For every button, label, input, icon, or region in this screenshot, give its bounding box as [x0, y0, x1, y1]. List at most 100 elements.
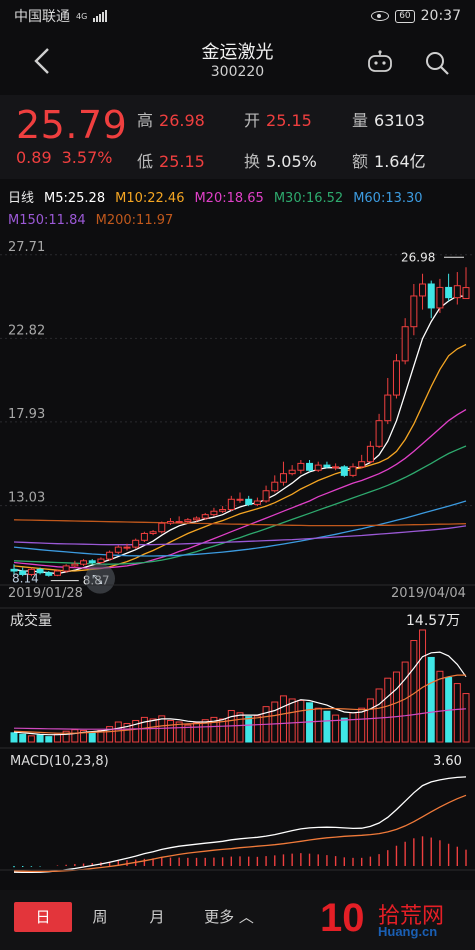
candle-body — [140, 532, 148, 541]
volume-field: 量 63103 — [352, 107, 425, 131]
robot-assistant-icon[interactable] — [367, 50, 393, 72]
low-label: 低 — [137, 152, 154, 171]
volume-bar — [366, 698, 374, 743]
candle-body — [123, 546, 131, 549]
volume-bar — [279, 695, 287, 743]
search-icon[interactable] — [424, 50, 450, 76]
ma30-label: M30:16.52 — [273, 191, 344, 206]
y-tick-label: 17.93 — [8, 407, 45, 422]
stock-code: 300220 — [210, 64, 265, 80]
battery-icon: 60 — [395, 9, 415, 23]
volume-value: 63103 — [374, 111, 425, 130]
low-cut-label: 8.14 — [12, 572, 39, 586]
candle-body — [297, 462, 305, 471]
tab-more[interactable]: 更多 ︿ — [196, 902, 262, 932]
period-label[interactable]: 日线 — [8, 191, 34, 206]
tab-month[interactable]: 月 — [137, 902, 177, 932]
volume-bar — [340, 717, 348, 743]
candle-body — [262, 490, 270, 502]
candle-body — [253, 500, 261, 505]
quote-panel: 25.79 0.89 3.57% 高 26.98 低 25.15 开 25.15 换 5.… — [0, 95, 475, 179]
change-percent: 3.57% — [61, 148, 113, 167]
high-field: 高 26.98 — [137, 107, 205, 131]
volume-bar — [219, 718, 227, 743]
turnover-value: 5.05% — [266, 152, 317, 171]
volume-bar — [401, 661, 409, 743]
price-change: 0.89 3.57% — [16, 148, 112, 167]
candle-body — [306, 462, 314, 471]
carrier-label: 中国联通 — [14, 9, 70, 25]
candle-body — [193, 517, 201, 521]
ma-line-m5 — [13, 295, 467, 575]
volume-bar — [332, 714, 340, 743]
candle-body — [384, 394, 392, 422]
y-tick-label: 22.82 — [8, 323, 45, 338]
amount-value: 1.64亿 — [374, 152, 426, 171]
candle-body — [349, 466, 357, 476]
candle-body — [279, 473, 287, 483]
candle-body — [445, 286, 453, 299]
network-type: 4G — [76, 11, 88, 21]
volume-bar — [436, 670, 444, 743]
ma-legend: 日线 M5:25.28 M10:22.46 M20:18.65 M30:16.52 M60… — [8, 188, 468, 232]
watermark-number: 10 — [320, 896, 365, 940]
amount-field: 额 1.64亿 — [352, 148, 426, 172]
candle-body — [88, 560, 96, 563]
volume-bar — [253, 715, 261, 743]
candle-body — [236, 498, 244, 501]
stock-chart[interactable]: 27.7122.8217.9313.0326.988.878.14⤡ — [0, 232, 475, 882]
tab-week[interactable]: 周 — [80, 902, 120, 932]
ma60-label: M60:13.30 — [353, 191, 423, 206]
candle-body — [53, 570, 61, 576]
volume-bar — [245, 716, 253, 743]
high-value: 26.98 — [159, 111, 205, 130]
macd-value: 3.60 — [433, 754, 462, 769]
candle-body — [392, 360, 400, 396]
candle-body — [271, 481, 279, 492]
turnover-field: 换 5.05% — [244, 148, 317, 172]
volume-bar — [166, 719, 174, 743]
amount-label: 额 — [352, 152, 369, 171]
volume-bar — [349, 712, 357, 743]
candle-body — [71, 563, 79, 567]
candle-body — [358, 461, 366, 468]
candle-body — [340, 466, 348, 476]
candle-body — [175, 520, 183, 523]
volume-bar — [314, 707, 322, 743]
tab-day[interactable]: 日 — [14, 902, 72, 932]
volume-bar — [297, 699, 305, 743]
volume-bar — [236, 712, 244, 743]
candle-body — [462, 287, 470, 300]
signal-icon — [93, 10, 108, 22]
candle-body — [323, 464, 331, 468]
candle-body — [227, 498, 235, 511]
candle-body — [166, 520, 174, 524]
volume-bar — [19, 733, 27, 743]
turnover-label: 换 — [244, 152, 261, 171]
date-start: 2019/01/28 — [8, 586, 83, 601]
ma150-label: M150:11.84 — [8, 213, 86, 228]
candle-body — [332, 466, 340, 469]
volume-bar — [53, 733, 61, 743]
nav-header: 金运激光 300220 — [0, 32, 475, 92]
volume-bar — [114, 721, 122, 743]
candle-body — [401, 326, 409, 362]
ma10-label: M10:22.46 — [115, 191, 185, 206]
volume-bar — [462, 693, 470, 743]
candle-body — [132, 539, 140, 548]
watermark-url: Huang.cn — [378, 924, 438, 939]
candle-body — [62, 565, 70, 572]
volume-bar — [323, 710, 331, 743]
volume-bar — [453, 683, 461, 743]
y-tick-label: 13.03 — [8, 491, 45, 506]
candle-body — [80, 560, 88, 565]
candle-body — [201, 514, 209, 519]
candle-body — [375, 420, 383, 447]
low-field: 低 25.15 — [137, 148, 205, 172]
low-value: 25.15 — [159, 152, 205, 171]
tab-more-label: 更多 — [204, 908, 235, 926]
volume-bar — [392, 671, 400, 743]
candle-body — [366, 445, 374, 463]
volume-bar — [27, 735, 35, 743]
clock: 20:37 — [420, 8, 461, 24]
